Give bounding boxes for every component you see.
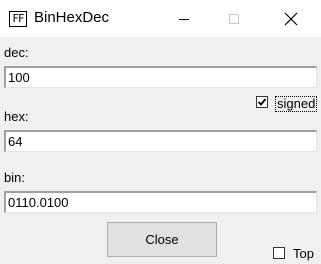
top-checkbox[interactable] <box>273 247 285 259</box>
maximize-button[interactable] <box>211 0 257 37</box>
hex-input[interactable]: 64 <box>4 130 317 152</box>
window-title: BinHexDec <box>34 9 110 26</box>
close-icon <box>284 12 298 25</box>
bin-label: bin: <box>4 170 25 185</box>
signed-label[interactable]: signed <box>275 96 318 112</box>
hex-label: hex: <box>4 109 29 124</box>
minimize-button[interactable] <box>161 0 207 37</box>
signed-checkbox[interactable] <box>256 96 268 108</box>
top-label[interactable]: Top <box>293 246 314 261</box>
dec-input[interactable]: 100 <box>4 66 317 88</box>
close-button[interactable]: Close <box>107 222 217 257</box>
minimize-icon <box>179 18 189 20</box>
dec-label: dec: <box>4 45 29 60</box>
app-ff-icon: FF <box>9 11 27 27</box>
checkmark-icon <box>257 98 267 106</box>
close-window-button[interactable] <box>268 0 314 37</box>
title-bar[interactable]: FF BinHexDec <box>0 0 321 37</box>
bin-input[interactable]: 0110.0100 <box>4 191 317 213</box>
maximize-icon <box>229 13 239 24</box>
